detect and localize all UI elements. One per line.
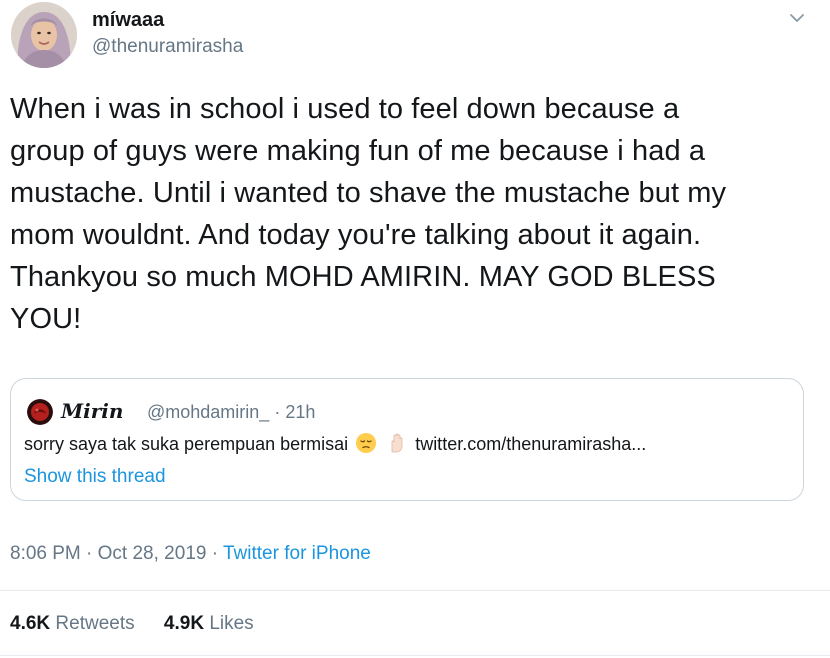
tweet-timestamp: 8:06 PM · Oct 28, 2019 · Twitter for iPh… (10, 542, 371, 566)
quoted-age[interactable]: 21h (285, 402, 315, 422)
quoted-tweet[interactable]: Mirin @mohdamirin_ · 21h sorry saya tak … (10, 378, 804, 501)
pensive-face-icon (355, 432, 377, 460)
tweet-stats: 4.6K Retweets 4.9K Likes (10, 612, 254, 636)
retweets-count: 4.6K (10, 613, 51, 634)
tweet-text: When i was in school i used to feel down… (10, 93, 727, 335)
retweets-label: Retweets (55, 613, 135, 634)
quoted-handle[interactable]: @mohdamirin_ (147, 402, 269, 422)
tweet-date[interactable]: Oct 28, 2019 (98, 543, 207, 564)
likes-count: 4.9K (163, 613, 205, 634)
author-display-name[interactable]: míwaaa (92, 8, 164, 32)
avatar[interactable] (11, 2, 77, 68)
quoted-avatar[interactable] (27, 399, 53, 425)
quoted-meta: @mohdamirin_ · 21h (147, 400, 315, 424)
tweet-source-link[interactable]: Twitter for iPhone (223, 543, 371, 564)
likes-stat[interactable]: 4.9K Likes (164, 613, 254, 634)
source-separator: · (211, 543, 219, 564)
bottom-divider (0, 655, 830, 656)
quoted-separator: · (274, 402, 281, 422)
tweet: míwaaa @thenuramirasha When i was in sch… (0, 0, 830, 658)
timestamp-separator: · (86, 543, 93, 564)
show-thread-link[interactable]: Show this thread (24, 465, 166, 489)
likes-label: Likes (209, 613, 254, 634)
quoted-text-line: sorry saya tak suka perempuan bermisai t… (24, 432, 646, 460)
retweets-stat[interactable]: 4.6K Retweets (10, 613, 140, 634)
quoted-display-name[interactable]: Mirin (61, 398, 123, 424)
quoted-text: sorry saya tak suka perempuan bermisai (24, 434, 349, 454)
profile-photo-icon (11, 2, 77, 68)
raised-hand-icon (386, 432, 408, 460)
quoted-avatar-icon (27, 399, 53, 425)
chevron-down-icon[interactable] (785, 6, 809, 30)
tweet-time[interactable]: 8:06 PM (10, 543, 81, 564)
divider (0, 590, 830, 591)
author-handle[interactable]: @thenuramirasha (92, 35, 243, 59)
quoted-link[interactable]: twitter.com/thenuramirasha... (415, 434, 646, 454)
